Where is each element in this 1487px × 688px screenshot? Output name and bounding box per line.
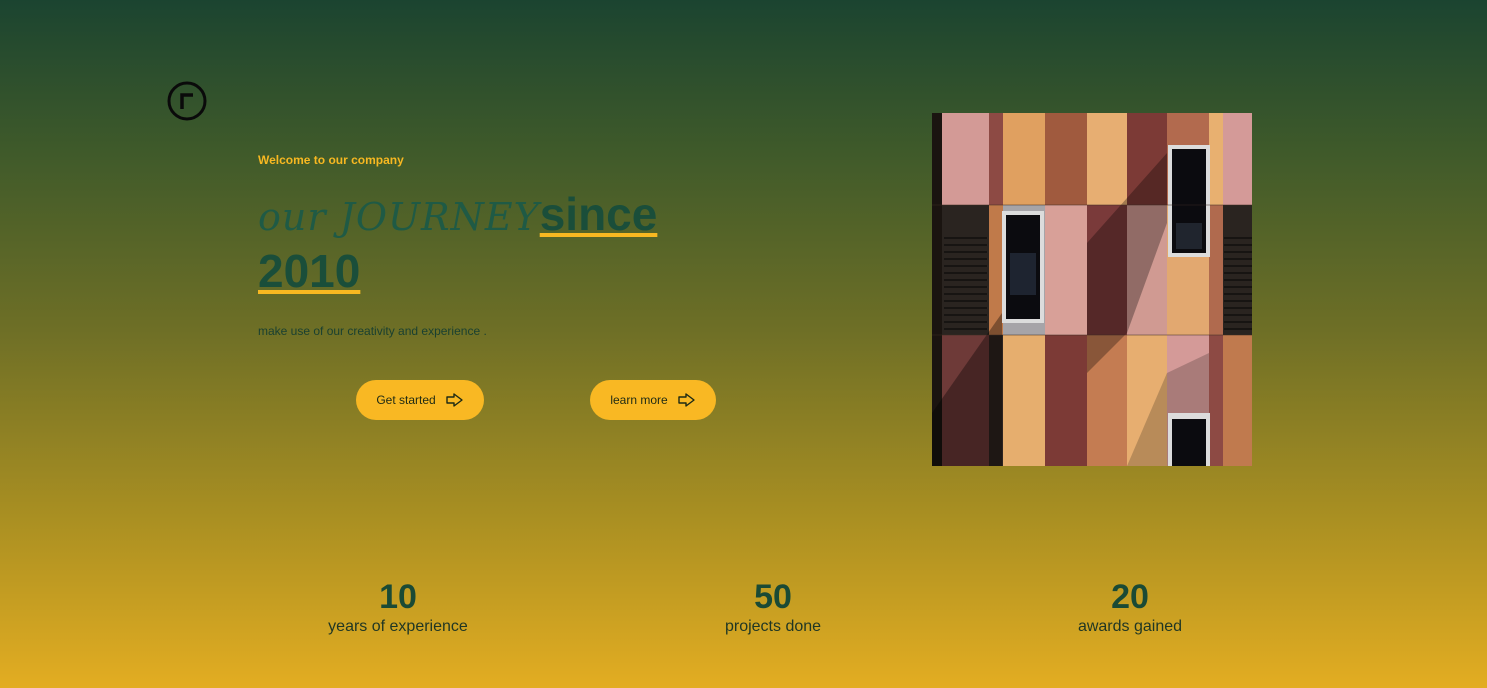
headline-since: since xyxy=(539,188,658,240)
building-facade-image xyxy=(932,113,1252,466)
stat-value: 10 xyxy=(379,578,417,616)
hero-tagline: make use of our creativity and experienc… xyxy=(258,324,487,338)
learn-more-label: learn more xyxy=(610,393,668,407)
get-started-button[interactable]: Get started xyxy=(356,380,484,420)
arrow-right-icon xyxy=(677,393,695,407)
stat-projects: 50 projects done xyxy=(673,578,873,638)
stat-label: years of experience xyxy=(328,618,468,635)
headline-script: our JOURNEY xyxy=(258,195,540,239)
welcome-text: Welcome to our company xyxy=(258,153,404,167)
stat-value: 20 xyxy=(1111,578,1149,616)
hero-headline: our JOURNEYsince 2010 xyxy=(258,188,728,302)
logo-icon[interactable] xyxy=(167,81,207,121)
stat-awards: 20 awards gained xyxy=(1030,578,1230,638)
headline-year: 2010 xyxy=(258,245,361,297)
stat-label: awards gained xyxy=(1077,618,1183,635)
stat-label: projects done xyxy=(724,618,822,635)
learn-more-button[interactable]: learn more xyxy=(590,380,716,420)
arrow-right-icon xyxy=(445,393,463,407)
stat-value: 50 xyxy=(754,578,792,616)
get-started-label: Get started xyxy=(376,393,436,407)
stat-experience: 10 years of experience xyxy=(298,578,498,638)
